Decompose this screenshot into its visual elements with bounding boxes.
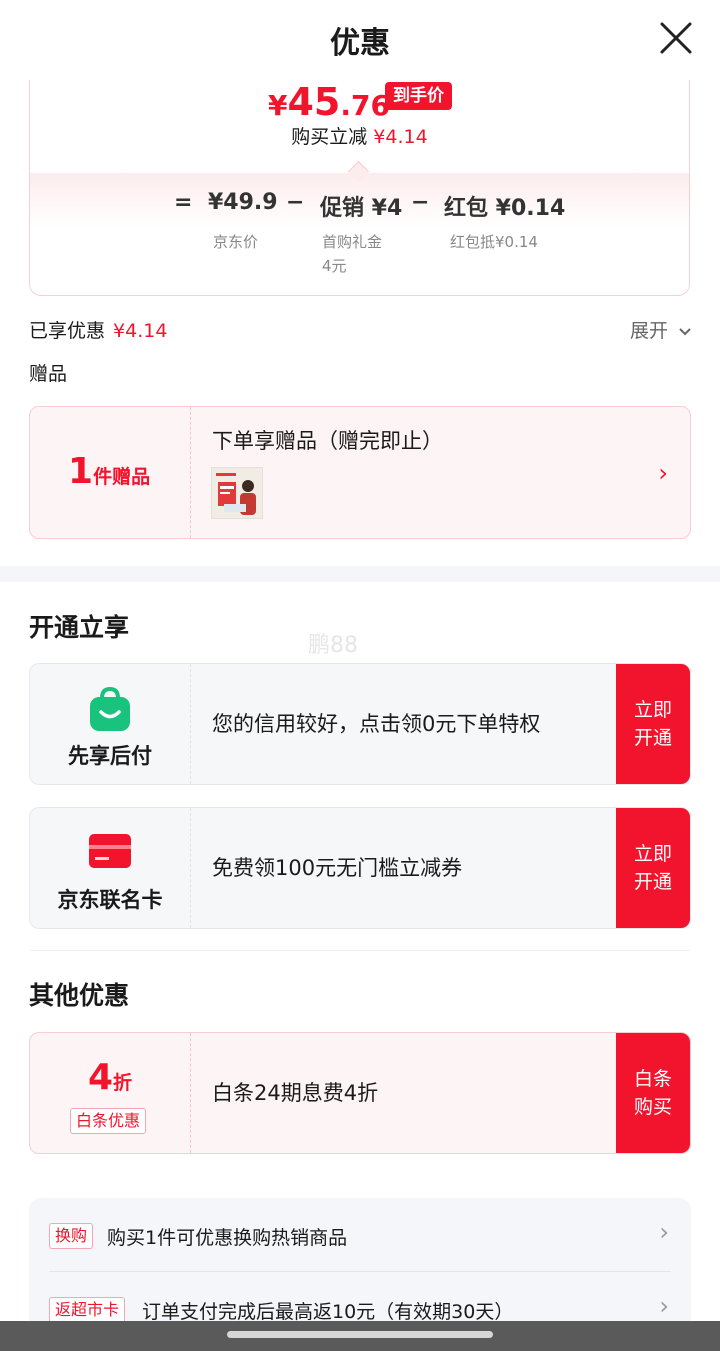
final-price-int: 45 (287, 80, 341, 124)
gift-thumbnail (211, 467, 263, 519)
save-label: 购买立减 (291, 126, 368, 148)
discount-unit: 折 (113, 1072, 133, 1094)
final-price-dec: .76 (340, 89, 390, 122)
formula-equals: = (174, 190, 193, 215)
button-line1: 白条 (633, 1068, 672, 1090)
formula-redpack: 红包 ¥0.14 (444, 196, 566, 221)
final-price-area: ¥45.76 到手价 购买立减 ¥4.14 (30, 80, 689, 172)
chevron-down-icon (679, 328, 691, 336)
button-line2: 开通 (633, 871, 672, 893)
cobrand-card[interactable]: 京东联名卡 免费领100元无门槛立减券 立即 开通 (29, 807, 691, 929)
formula-minus-2: − (411, 190, 430, 215)
baitiao-buy-button[interactable]: 白条 购买 (616, 1033, 690, 1153)
exchange-text: 购买1件可优惠换购热销商品 (107, 1227, 348, 1249)
promo-label-line2: 4元 (322, 257, 347, 275)
pay-later-left: 先享后付 (30, 664, 191, 784)
expand-toggle[interactable]: 展开 (630, 316, 692, 343)
button-line2: 开通 (633, 727, 672, 749)
currency-symbol: ¥ (268, 89, 288, 122)
save-line: 购买立减 ¥4.14 (30, 122, 689, 149)
gift-count: 1件赠品 (68, 451, 150, 492)
watermark: 鹏88 (308, 633, 358, 658)
chevron-right-icon: › (658, 459, 668, 487)
enjoyed-discount: 已享优惠 ¥4.14 (29, 316, 167, 343)
divider (29, 950, 691, 951)
save-amount: ¥4.14 (373, 126, 428, 148)
chevron-right-icon: › (659, 1292, 669, 1320)
price-breakdown-card: ¥45.76 到手价 购买立减 ¥4.14 = ¥49.9 − 促销 ¥4 − 红… (29, 80, 690, 296)
cobrand-open-button[interactable]: 立即 开通 (616, 808, 690, 928)
gift-product-image (212, 468, 262, 518)
credit-card-icon (89, 834, 131, 868)
chevron-right-icon: › (659, 1218, 669, 1246)
other-offers-list: 换购 购买1件可优惠换购热销商品 › 返超市卡 订单支付完成后最高返10元（有效… (29, 1198, 691, 1338)
button-line1: 立即 (633, 699, 672, 721)
pay-later-name: 先享后付 (68, 744, 152, 768)
open-section-title: 开通立享 (29, 613, 130, 642)
formula-promo-label: 首购礼金 4元 (322, 230, 382, 278)
baitiao-card[interactable]: 4折 白条优惠 白条24期息费4折 白条 购买 (29, 1032, 691, 1154)
exchange-tag: 换购 (49, 1223, 94, 1249)
gift-section-label: 赠品 (29, 363, 68, 385)
cashback-text: 订单支付完成后最高返10元（有效期30天） (142, 1301, 514, 1323)
discount-number: 4 (87, 1057, 114, 1098)
button-line2: 购买 (633, 1096, 672, 1118)
pay-later-card[interactable]: 先享后付 您的信用较好，点击领0元下单特权 立即 开通 (29, 663, 691, 785)
enjoyed-label: 已享优惠 (29, 320, 106, 342)
cobrand-text: 免费领100元无门槛立减券 (212, 856, 463, 880)
formula-redpack-label: 红包抵¥0.14 (450, 233, 538, 251)
baitiao-tag: 白条优惠 (70, 1108, 147, 1134)
other-section-title: 其他优惠 (29, 981, 130, 1010)
final-price: ¥45.76 (268, 80, 390, 124)
pay-later-open-button[interactable]: 立即 开通 (616, 664, 690, 784)
final-price-tag: 到手价 (385, 82, 452, 110)
home-indicator[interactable] (227, 1331, 493, 1338)
gift-count-unit: 件赠品 (93, 466, 151, 488)
baitiao-left: 4折 白条优惠 (30, 1033, 191, 1153)
section-divider (0, 566, 720, 582)
shopping-bag-icon (90, 686, 130, 731)
baitiao-discount: 4折 (30, 1057, 190, 1098)
page-title: 优惠 (330, 26, 390, 61)
promo-label-line1: 首购礼金 (322, 233, 383, 251)
cobrand-left: 京东联名卡 (30, 808, 191, 928)
formula-promo: 促销 ¥4 (320, 196, 403, 221)
pay-later-text: 您的信用较好，点击领0元下单特权 (212, 712, 541, 736)
list-item-exchange[interactable]: 换购 购买1件可优惠换购热销商品 › (49, 1198, 671, 1270)
gift-count-number: 1 (68, 451, 94, 492)
formula-minus-1: − (286, 190, 305, 215)
baitiao-text: 白条24期息费4折 (212, 1081, 379, 1105)
header: 优惠 (0, 0, 720, 80)
close-icon[interactable] (658, 20, 694, 56)
gift-count-area: 1件赠品 (30, 407, 191, 538)
formula-base: ¥49.9 (208, 190, 278, 215)
gift-card[interactable]: 1件赠品 下单享赠品（赠完即止） › (29, 406, 691, 539)
cashback-tag: 返超市卡 (49, 1297, 126, 1323)
enjoyed-amount: ¥4.14 (113, 320, 168, 342)
gift-title: 下单享赠品（赠完即止） (212, 429, 443, 453)
cobrand-name: 京东联名卡 (57, 888, 163, 912)
expand-label: 展开 (629, 320, 668, 342)
button-line1: 立即 (633, 843, 672, 865)
formula-base-label: 京东价 (213, 233, 259, 251)
